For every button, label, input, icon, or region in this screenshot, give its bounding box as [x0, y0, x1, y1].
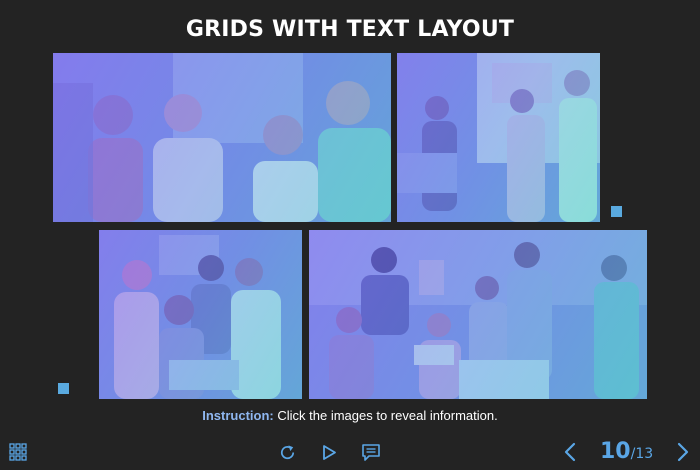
- instruction-label: Instruction:: [202, 408, 274, 423]
- instruction-body: Click the images to reveal information.: [273, 408, 498, 423]
- current-slide-number: 10: [600, 439, 631, 464]
- decorative-square: [611, 206, 622, 217]
- decorative-square: [58, 383, 69, 394]
- menu-button[interactable]: [9, 443, 27, 461]
- notes-button[interactable]: [361, 443, 381, 462]
- slide-counter: 10/13: [600, 439, 653, 464]
- chevron-left-icon: [564, 442, 576, 462]
- image-group-laptop[interactable]: [99, 230, 302, 399]
- instruction-text: Instruction: Click the images to reveal …: [0, 408, 700, 423]
- replay-icon: [281, 445, 295, 460]
- previous-slide-button[interactable]: [563, 441, 577, 463]
- slide-title: GRIDS WITH TEXT LAYOUT: [185, 17, 515, 42]
- image-team-meeting[interactable]: [53, 53, 391, 222]
- image-team-gathering[interactable]: [309, 230, 647, 399]
- total-slides: /13: [630, 446, 654, 462]
- chevron-right-icon: [677, 442, 689, 462]
- grid-menu-icon: [9, 443, 27, 461]
- notes-icon: [362, 444, 380, 461]
- next-slide-button[interactable]: [676, 441, 690, 463]
- replay-button[interactable]: [278, 443, 297, 462]
- play-button[interactable]: [320, 443, 338, 462]
- play-icon: [323, 445, 336, 460]
- image-whiteboard-discussion[interactable]: [397, 53, 600, 222]
